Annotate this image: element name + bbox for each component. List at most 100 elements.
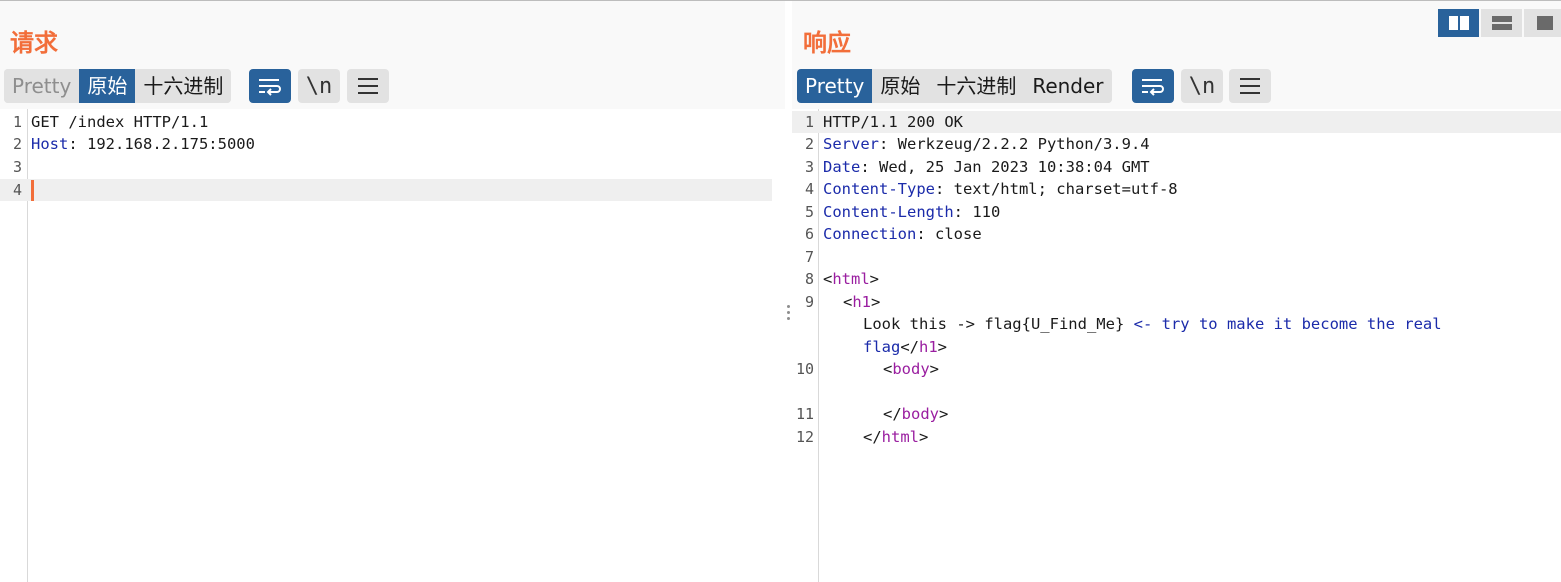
- bracket: >: [869, 270, 880, 288]
- response-line: 2 Server: Werkzeug/2.2.2 Python/3.9.4: [792, 133, 1561, 155]
- bracket: <: [823, 270, 833, 288]
- tag-name: h1: [852, 293, 872, 311]
- header-line: Connection: close: [823, 223, 982, 245]
- layout-single-icon: [1536, 16, 1553, 30]
- menu-icon: [358, 78, 378, 94]
- response-show-newlines-button[interactable]: \n: [1181, 69, 1223, 103]
- header-value: : Wed, 25 Jan 2023 10:38:04 GMT: [860, 158, 1150, 176]
- request-menu-button[interactable]: [347, 69, 389, 103]
- request-editor[interactable]: 1 GET /index HTTP/1.1 2 Host: 192.168.2.…: [0, 109, 785, 582]
- response-line: 8 <html>: [792, 268, 1561, 290]
- layout-toggle-group: [1438, 9, 1561, 37]
- request-line-current: 4: [0, 179, 772, 201]
- bracket: <: [883, 360, 893, 378]
- tag-name: body: [901, 405, 939, 423]
- layout-side-by-side-icon: [1448, 16, 1469, 30]
- line-number: 2: [804, 135, 814, 153]
- request-header: 请求 Pretty 原始 十六进制 \n: [0, 1, 785, 109]
- request-pane: 请求 Pretty 原始 十六进制 \n 1 GET /index HTTP/1…: [0, 1, 785, 582]
- layout-stacked-icon: [1491, 16, 1512, 30]
- text-caret: [31, 180, 34, 201]
- header-name: Server: [823, 135, 879, 153]
- status-line: HTTP/1.1 200 OK: [823, 113, 963, 131]
- line-number: 2: [12, 135, 22, 153]
- header-value: : 110: [953, 203, 1001, 221]
- bracket: >: [929, 360, 940, 378]
- request-line: 3: [0, 156, 785, 178]
- response-line: 11 </body>: [792, 403, 1561, 425]
- response-line: 6 Connection: close: [792, 223, 1561, 245]
- response-tab-render[interactable]: Render: [1024, 69, 1112, 103]
- line-number: 1: [804, 113, 814, 131]
- response-menu-button[interactable]: [1229, 69, 1271, 103]
- response-title: 响应: [803, 29, 851, 57]
- html-line: </html>: [863, 426, 928, 448]
- response-tab-raw[interactable]: 原始: [872, 69, 929, 103]
- layout-side-by-side-button[interactable]: [1438, 9, 1479, 37]
- response-line-wrapped: Look this -> flag{U_Find_Me} <- try to m…: [792, 313, 1561, 335]
- header-line: Server: Werkzeug/2.2.2 Python/3.9.4: [823, 133, 1150, 155]
- header-line: Date: Wed, 25 Jan 2023 10:38:04 GMT: [823, 156, 1150, 178]
- header-line: Content-Length: 110: [823, 201, 1000, 223]
- header-value: : 192.168.2.175:5000: [68, 135, 255, 153]
- header-name: Connection: [823, 225, 917, 243]
- request-tab-hex[interactable]: 十六进制: [135, 69, 232, 103]
- bracket: >: [937, 338, 948, 356]
- header-name: Content-Type: [823, 180, 935, 198]
- wrap-lines-icon: [1142, 79, 1164, 96]
- request-show-newlines-button[interactable]: \n: [298, 69, 340, 103]
- request-line-text: Host: 192.168.2.175:5000: [31, 133, 255, 155]
- response-line: 12 </html>: [792, 426, 1561, 448]
- show-newlines-icon: \n: [1188, 73, 1216, 99]
- line-number: 4: [804, 180, 814, 198]
- highlighted-text: flag: [863, 338, 901, 356]
- line-number: 4: [12, 181, 22, 199]
- request-line: 2 Host: 192.168.2.175:5000: [0, 133, 785, 155]
- header-value: : close: [916, 225, 982, 243]
- tag-name: html: [881, 428, 919, 446]
- response-tab-pretty[interactable]: Pretty: [797, 69, 873, 103]
- pane-splitter-handle[interactable]: [786, 305, 791, 320]
- bracket: </: [900, 338, 919, 356]
- line-number: 8: [804, 270, 814, 288]
- html-text: Look this -> flag{U_Find_Me} <- try to m…: [863, 313, 1442, 335]
- response-view-tabs: Pretty 原始 十六进制 Render: [797, 69, 1112, 103]
- response-line: 3 Date: Wed, 25 Jan 2023 10:38:04 GMT: [792, 156, 1561, 178]
- response-line: 5 Content-Length: 110: [792, 201, 1561, 223]
- header-value: : Werkzeug/2.2.2 Python/3.9.4: [879, 135, 1150, 153]
- response-line-current: 1 HTTP/1.1 200 OK: [792, 111, 1561, 133]
- line-number: 7: [804, 248, 814, 266]
- layout-stacked-button[interactable]: [1481, 9, 1522, 37]
- header-line: Content-Type: text/html; charset=utf-8: [823, 178, 1178, 200]
- header-name: Date: [823, 158, 861, 176]
- bracket: >: [919, 428, 929, 446]
- response-line: 7: [792, 246, 1561, 268]
- response-wrap-lines-button[interactable]: [1132, 69, 1174, 103]
- html-line: <body>: [883, 358, 939, 380]
- request-tab-raw[interactable]: 原始: [79, 69, 136, 103]
- response-line: 4 Content-Type: text/html; charset=utf-8: [792, 178, 1561, 200]
- line-number: 12: [795, 428, 814, 446]
- html-line: flag</h1>: [863, 336, 947, 358]
- header-value: : text/html; charset=utf-8: [934, 180, 1178, 198]
- response-line-wrapped: flag</h1>: [792, 336, 1561, 358]
- bracket: >: [871, 293, 881, 311]
- request-title: 请求: [10, 29, 58, 57]
- response-line: 10 <body>: [792, 358, 1561, 380]
- layout-single-button[interactable]: [1524, 9, 1561, 37]
- bracket: </: [863, 428, 882, 446]
- bracket: >: [939, 405, 949, 423]
- response-tab-hex[interactable]: 十六进制: [928, 69, 1025, 103]
- response-editor[interactable]: 1 HTTP/1.1 200 OK 2 Server: Werkzeug/2.2…: [792, 109, 1561, 582]
- header-name: Host: [31, 135, 69, 153]
- bracket: <: [843, 293, 853, 311]
- html-line: </body>: [883, 403, 948, 425]
- show-newlines-icon: \n: [305, 73, 333, 99]
- request-wrap-lines-button[interactable]: [249, 69, 291, 103]
- response-line: 9 <h1>: [792, 291, 1561, 313]
- header-name: Content-Length: [823, 203, 954, 221]
- text-content: Look this -> flag{U_Find_Me}: [863, 315, 1134, 333]
- tag-name: h1: [919, 338, 938, 356]
- html-line: <h1>: [843, 291, 880, 313]
- request-tab-pretty[interactable]: Pretty: [4, 69, 80, 103]
